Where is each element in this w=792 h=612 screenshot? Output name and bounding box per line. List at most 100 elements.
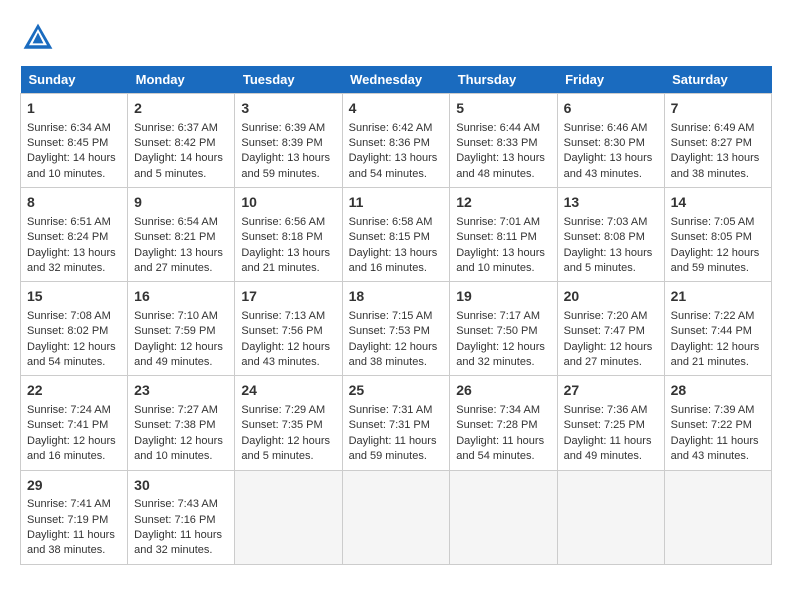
daylight-label: Daylight: 11 hours and 49 minutes.	[564, 435, 652, 462]
calendar-day: 6Sunrise: 6:46 AMSunset: 8:30 PMDaylight…	[557, 94, 664, 188]
calendar-day: 21Sunrise: 7:22 AMSunset: 7:44 PMDayligh…	[664, 282, 771, 376]
daylight-label: Daylight: 13 hours and 48 minutes.	[456, 152, 545, 179]
day-number: 24	[241, 381, 335, 401]
calendar-day: 25Sunrise: 7:31 AMSunset: 7:31 PMDayligh…	[342, 376, 450, 470]
day-number: 6	[564, 99, 658, 119]
sunset-label: Sunset: 7:41 PM	[27, 419, 108, 431]
sunset-label: Sunset: 8:02 PM	[27, 325, 108, 337]
sunrise-label: Sunrise: 7:27 AM	[134, 404, 218, 416]
day-number: 26	[456, 381, 550, 401]
calendar-week-3: 15Sunrise: 7:08 AMSunset: 8:02 PMDayligh…	[21, 282, 772, 376]
sunset-label: Sunset: 8:15 PM	[349, 231, 430, 243]
daylight-label: Daylight: 12 hours and 10 minutes.	[134, 435, 223, 462]
daylight-label: Daylight: 11 hours and 54 minutes.	[456, 435, 544, 462]
day-number: 2	[134, 99, 228, 119]
sunrise-label: Sunrise: 7:34 AM	[456, 404, 540, 416]
calendar-day: 10 Sunrise: 6:56 AM Sunset: 8:18 PM Dayligh…	[235, 188, 342, 282]
day-number: 27	[564, 381, 658, 401]
sunrise-label: Sunrise: 7:15 AM	[349, 310, 433, 322]
calendar-day: 9Sunrise: 6:54 AMSunset: 8:21 PMDaylight…	[128, 188, 235, 282]
daylight-label: Daylight: 12 hours and 32 minutes.	[456, 341, 545, 368]
daylight-label: Daylight: 12 hours and 38 minutes.	[349, 341, 438, 368]
calendar-table: SundayMondayTuesdayWednesdayThursdayFrid…	[20, 66, 772, 565]
daylight-label: Daylight: 14 hours and 5 minutes.	[134, 152, 223, 179]
day-number: 9	[134, 193, 228, 213]
sunset-label: Sunset: 7:31 PM	[349, 419, 430, 431]
calendar-day: 19Sunrise: 7:17 AMSunset: 7:50 PMDayligh…	[450, 282, 557, 376]
daylight-label: Daylight: 12 hours and 27 minutes.	[564, 341, 653, 368]
day-number: 5	[456, 99, 550, 119]
calendar-day: 3 Sunrise: 6:39 AM Sunset: 8:39 PM Daylight…	[235, 94, 342, 188]
logo-icon	[20, 20, 56, 56]
day-number: 10	[241, 193, 335, 213]
day-number: 1	[27, 99, 121, 119]
sunset-label: Sunset: 8:08 PM	[564, 231, 645, 243]
sunrise-label: Sunrise: 7:10 AM	[134, 310, 218, 322]
sunrise-label: Sunrise: 6:56 AM	[241, 216, 325, 228]
sunrise-label: Sunrise: 7:13 AM	[241, 310, 325, 322]
daylight-label: Daylight: 12 hours and 43 minutes.	[241, 341, 330, 368]
calendar-day: 4Sunrise: 6:42 AMSunset: 8:36 PMDaylight…	[342, 94, 450, 188]
daylight-label: Daylight: 11 hours and 59 minutes.	[349, 435, 437, 462]
weekday-header-saturday: Saturday	[664, 66, 771, 94]
sunrise-label: Sunrise: 7:17 AM	[456, 310, 540, 322]
daylight-label: Daylight: 12 hours and 21 minutes.	[671, 341, 760, 368]
sunset-label: Sunset: 8:27 PM	[671, 137, 752, 149]
sunset-label: Sunset: 7:25 PM	[564, 419, 645, 431]
day-number: 28	[671, 381, 765, 401]
calendar-day: 15Sunrise: 7:08 AMSunset: 8:02 PMDayligh…	[21, 282, 128, 376]
daylight-label: Daylight: 14 hours and 10 minutes.	[27, 152, 116, 179]
calendar-day: 1Sunrise: 6:34 AMSunset: 8:45 PMDaylight…	[21, 94, 128, 188]
sunset-label: Sunset: 8:05 PM	[671, 231, 752, 243]
calendar-day: 27Sunrise: 7:36 AMSunset: 7:25 PMDayligh…	[557, 376, 664, 470]
sunrise-label: Sunrise: 6:42 AM	[349, 122, 433, 134]
sunset-label: Sunset: 8:39 PM	[241, 137, 322, 149]
calendar-day: 12Sunrise: 7:01 AMSunset: 8:11 PMDayligh…	[450, 188, 557, 282]
sunrise-label: Sunrise: 7:24 AM	[27, 404, 111, 416]
daylight-label: Daylight: 11 hours and 38 minutes.	[27, 529, 115, 556]
daylight-label: Daylight: 13 hours and 10 minutes.	[456, 247, 545, 274]
calendar-day: 22Sunrise: 7:24 AMSunset: 7:41 PMDayligh…	[21, 376, 128, 470]
weekday-header-sunday: Sunday	[21, 66, 128, 94]
day-number: 19	[456, 287, 550, 307]
sunset-label: Sunset: 8:18 PM	[241, 231, 322, 243]
sunrise-label: Sunrise: 7:29 AM	[241, 404, 325, 416]
calendar-day: 24 Sunrise: 7:29 AM Sunset: 7:35 PM Dayligh…	[235, 376, 342, 470]
sunset-label: Sunset: 7:56 PM	[241, 325, 322, 337]
sunset-label: Sunset: 7:35 PM	[241, 419, 322, 431]
sunset-label: Sunset: 7:38 PM	[134, 419, 215, 431]
sunset-label: Sunset: 7:28 PM	[456, 419, 537, 431]
sunrise-label: Sunrise: 7:01 AM	[456, 216, 540, 228]
sunset-label: Sunset: 7:19 PM	[27, 514, 108, 526]
daylight-label: Daylight: 13 hours and 59 minutes.	[241, 152, 330, 179]
calendar-day: 20Sunrise: 7:20 AMSunset: 7:47 PMDayligh…	[557, 282, 664, 376]
daylight-label: Daylight: 13 hours and 32 minutes.	[27, 247, 116, 274]
day-number: 25	[349, 381, 444, 401]
calendar-day: 30Sunrise: 7:43 AMSunset: 7:16 PMDayligh…	[128, 470, 235, 564]
calendar-day: 26 Sunrise: 7:34 AM Sunset: 7:28 PM Dayligh…	[450, 376, 557, 470]
logo	[20, 20, 60, 56]
calendar-week-1: 1Sunrise: 6:34 AMSunset: 8:45 PMDaylight…	[21, 94, 772, 188]
daylight-label: Daylight: 13 hours and 21 minutes.	[241, 247, 330, 274]
sunset-label: Sunset: 8:33 PM	[456, 137, 537, 149]
calendar-day	[450, 470, 557, 564]
daylight-label: Daylight: 13 hours and 54 minutes.	[349, 152, 438, 179]
calendar-day: 18Sunrise: 7:15 AMSunset: 7:53 PMDayligh…	[342, 282, 450, 376]
calendar-day: 14Sunrise: 7:05 AMSunset: 8:05 PMDayligh…	[664, 188, 771, 282]
sunset-label: Sunset: 8:11 PM	[456, 231, 537, 243]
daylight-label: Daylight: 11 hours and 43 minutes.	[671, 435, 759, 462]
sunrise-label: Sunrise: 6:39 AM	[241, 122, 325, 134]
day-number: 3	[241, 99, 335, 119]
daylight-label: Daylight: 12 hours and 5 minutes.	[241, 435, 330, 462]
daylight-label: Daylight: 12 hours and 49 minutes.	[134, 341, 223, 368]
calendar-day	[557, 470, 664, 564]
sunrise-label: Sunrise: 6:46 AM	[564, 122, 648, 134]
day-number: 21	[671, 287, 765, 307]
sunrise-label: Sunrise: 7:08 AM	[27, 310, 111, 322]
daylight-label: Daylight: 13 hours and 38 minutes.	[671, 152, 760, 179]
sunrise-label: Sunrise: 7:03 AM	[564, 216, 648, 228]
calendar-day	[235, 470, 342, 564]
sunset-label: Sunset: 7:44 PM	[671, 325, 752, 337]
calendar-day: 28Sunrise: 7:39 AMSunset: 7:22 PMDayligh…	[664, 376, 771, 470]
daylight-label: Daylight: 11 hours and 32 minutes.	[134, 529, 222, 556]
